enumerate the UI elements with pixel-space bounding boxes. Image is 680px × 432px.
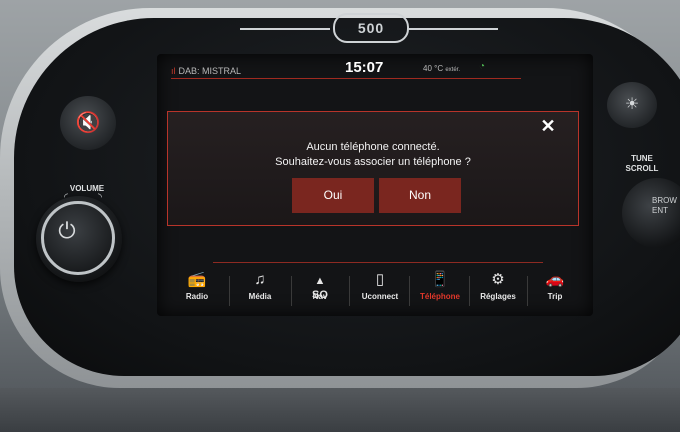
logo-line-right	[408, 28, 498, 30]
nav-item-radio[interactable]: 📻 Radio	[167, 268, 227, 314]
dashboard-trim	[0, 388, 680, 432]
dialog-message-line2: Souhaitez-vous associer un téléphone ?	[275, 156, 471, 168]
antenna-icon: ıl	[171, 66, 176, 76]
nav-item-media[interactable]: ♫ Média	[230, 268, 290, 314]
nav-label-uconnect: Uconnect	[361, 292, 399, 301]
knob-right-label-line1: BROW	[652, 196, 677, 205]
brand-logo: 500	[333, 13, 409, 43]
touchscreen: ıl DAB: MISTRAL 15:07 40 °C extér. ◔ ✕ Au…	[157, 54, 593, 316]
dialog-message-line1: Aucun téléphone connecté.	[306, 141, 440, 153]
status-source: ıl DAB: MISTRAL	[171, 66, 241, 76]
mute-icon: 🔇	[75, 112, 101, 134]
bottom-nav-bar: 📻 Radio ♫ Média ▲ SO Nav ▯ Uconnect 📱 Té…	[157, 262, 593, 316]
nav-label-radio: Radio	[185, 292, 209, 301]
volume-label: VOLUME	[69, 184, 105, 193]
brightness-icon: ☀	[624, 96, 640, 113]
settings-icon: ⚙	[491, 271, 505, 288]
nav-item-nav[interactable]: ▲ SO Nav	[290, 268, 350, 314]
nav-label-nav: Nav	[312, 292, 328, 301]
nav-item-settings[interactable]: ⚙ Réglages	[468, 268, 528, 314]
nav-item-uconnect[interactable]: ▯ Uconnect	[350, 268, 410, 314]
eco-icon: ◔	[479, 61, 486, 72]
yes-button[interactable]: Oui	[292, 178, 374, 213]
status-divider	[171, 78, 521, 79]
phone-icon: 📱	[430, 271, 450, 288]
brightness-button[interactable]: ☀	[607, 82, 657, 128]
nav-item-telephone[interactable]: 📱 Téléphone	[410, 268, 470, 314]
close-icon[interactable]: ✕	[537, 115, 559, 137]
phone-pairing-dialog: ✕ Aucun téléphone connecté. Souhaitez-vo…	[167, 111, 579, 226]
temperature-suffix: extér.	[445, 67, 461, 73]
logo-line-left	[240, 28, 330, 30]
compass-icon: ▲ SO	[312, 275, 328, 301]
power-icon: ⏻	[58, 218, 76, 243]
source-label: DAB: MISTRAL	[178, 66, 242, 76]
mute-button[interactable]: 🔇	[60, 96, 116, 150]
outside-temperature: 40 °C extér.	[423, 64, 460, 73]
knob-right-label: BROW ENT	[652, 196, 677, 216]
nav-label-telephone: Téléphone	[419, 292, 460, 301]
tune-label: TUNE	[631, 154, 653, 163]
knob-right-label-line2: ENT	[652, 206, 668, 215]
no-button[interactable]: Non	[379, 178, 461, 213]
trip-icon: 🚗	[545, 271, 565, 288]
dialog-message: Aucun téléphone connecté. Souhaitez-vous…	[168, 140, 578, 170]
nav-label-settings: Réglages	[480, 292, 516, 301]
uconnect-icon: ▯	[375, 271, 385, 288]
nav-divider	[213, 262, 543, 263]
radio-icon: 📻	[187, 271, 207, 288]
nav-item-trip[interactable]: 🚗 Trip	[525, 268, 585, 314]
nav-label-trip: Trip	[547, 292, 563, 301]
tune-scroll-label: TUNE SCROLL	[622, 154, 662, 174]
scroll-label: SCROLL	[625, 164, 659, 173]
car-dashboard: 500 🔇 ☀ VOLUME ◜ ◝ ⏻ TUNE SCROLL BROW EN…	[0, 0, 680, 432]
media-icon: ♫	[254, 271, 266, 288]
clock: 15:07	[345, 59, 384, 76]
temperature-value: 40 °C	[423, 64, 444, 73]
nav-label-media: Média	[248, 292, 272, 301]
